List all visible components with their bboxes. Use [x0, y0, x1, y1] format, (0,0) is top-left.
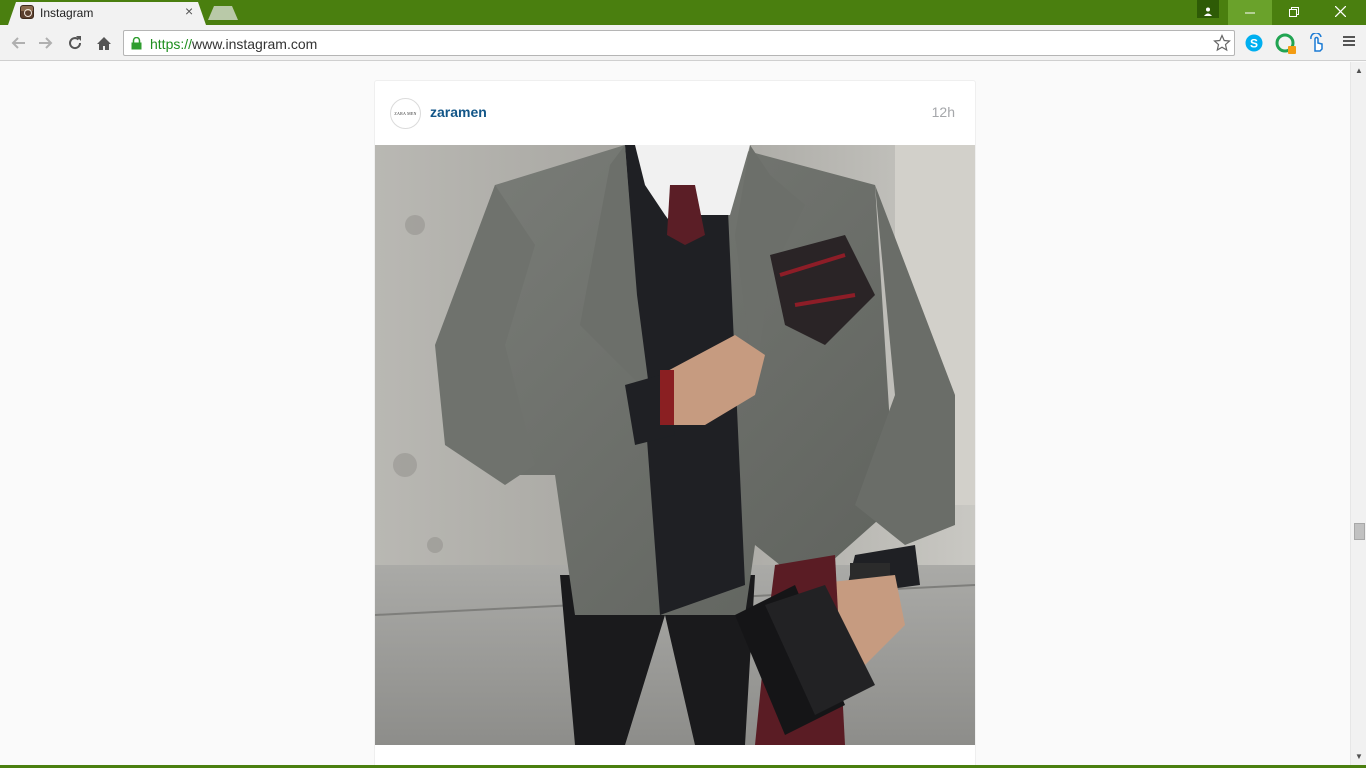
- tab-close-button[interactable]: ×: [185, 4, 193, 18]
- forward-button[interactable]: [36, 33, 56, 53]
- home-button[interactable]: [94, 33, 114, 53]
- url-scheme: https://: [150, 36, 193, 52]
- extension-hand-icon: [1310, 32, 1323, 52]
- tab-title: Instagram: [40, 6, 94, 20]
- close-icon: [1334, 5, 1346, 18]
- vertical-scrollbar[interactable]: ▲ ▼: [1350, 62, 1366, 768]
- menu-icon: [1343, 36, 1355, 46]
- forward-icon: [39, 37, 53, 49]
- extension-g-button[interactable]: [1275, 33, 1296, 54]
- scroll-up-arrow-icon[interactable]: ▲: [1355, 66, 1363, 75]
- post-photo[interactable]: [375, 145, 975, 745]
- url-text: https://www.instagram.com: [150, 36, 317, 52]
- lock-icon: [131, 36, 142, 55]
- restore-icon: [1289, 7, 1299, 17]
- extension-hand-button[interactable]: [1307, 32, 1327, 53]
- photo-illustration: [375, 145, 975, 745]
- bookmark-star-icon[interactable]: [1213, 34, 1231, 57]
- restore-button[interactable]: [1272, 0, 1316, 25]
- svg-text:S: S: [1250, 37, 1258, 51]
- address-bar[interactable]: https://www.instagram.com: [123, 30, 1235, 56]
- back-icon: [11, 37, 25, 49]
- back-button[interactable]: [8, 33, 28, 53]
- instagram-favicon-icon: [20, 5, 34, 19]
- profile-button[interactable]: [1197, 0, 1219, 18]
- url-host: www.instagram.com: [192, 36, 318, 52]
- home-icon: [97, 36, 111, 50]
- minimize-icon: [1245, 12, 1255, 14]
- close-window-button[interactable]: [1318, 0, 1362, 25]
- avatar-logo-text: ZARA MEN: [394, 111, 417, 116]
- title-bar: Instagram ×: [0, 0, 1366, 25]
- minimize-button[interactable]: [1228, 0, 1272, 25]
- browser-toolbar: https://www.instagram.com S: [0, 25, 1366, 61]
- skype-icon: S: [1245, 34, 1263, 52]
- scroll-down-arrow-icon[interactable]: ▼: [1355, 752, 1363, 761]
- page-content: ZARA MEN zaramen 12h: [0, 62, 1350, 768]
- instagram-post: ZARA MEN zaramen 12h: [374, 80, 976, 768]
- extension-g-icon: [1275, 33, 1296, 54]
- user-icon: [1204, 3, 1212, 16]
- chrome-menu-button[interactable]: [1341, 33, 1361, 53]
- new-tab-button[interactable]: [208, 6, 238, 20]
- tab-instagram[interactable]: [8, 2, 206, 25]
- avatar[interactable]: ZARA MEN: [390, 98, 421, 129]
- reload-button[interactable]: [65, 33, 85, 53]
- post-header: ZARA MEN zaramen 12h: [375, 81, 975, 145]
- scrollbar-thumb[interactable]: [1354, 523, 1365, 540]
- reload-icon: [69, 36, 82, 50]
- post-timestamp[interactable]: 12h: [932, 104, 955, 120]
- skype-extension-button[interactable]: S: [1244, 33, 1264, 53]
- post-username[interactable]: zaramen: [430, 104, 487, 120]
